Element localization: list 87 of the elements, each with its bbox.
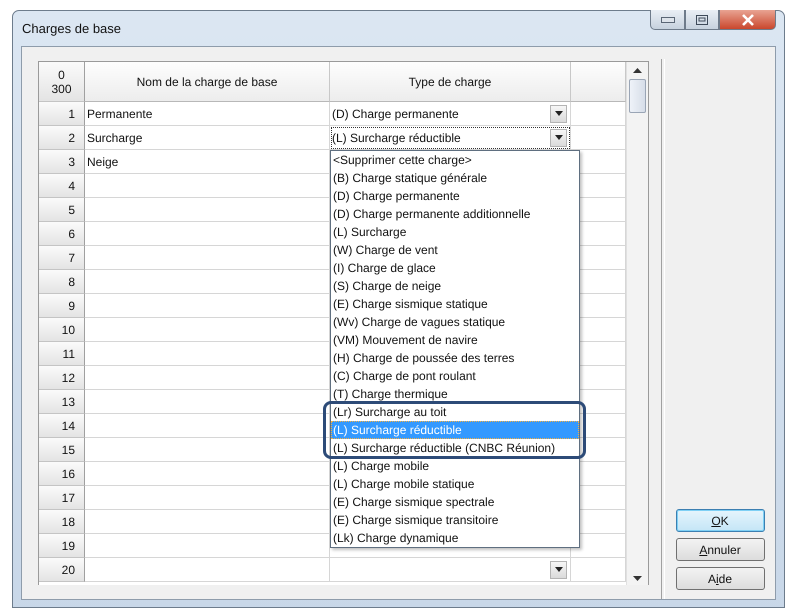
dropdown-option[interactable]: (VM) Mouvement de navire [331, 331, 579, 349]
caret-icon [554, 111, 562, 116]
dialog-button[interactable]: OK [676, 509, 764, 532]
row-number[interactable]: 14 [39, 414, 85, 438]
dropdown-option[interactable]: <Supprimer cette charge> [331, 151, 579, 169]
table-cell[interactable] [85, 366, 330, 390]
row-number[interactable]: 13 [39, 390, 85, 414]
table-cell[interactable] [85, 222, 330, 246]
column-header[interactable]: Type de charge [330, 62, 571, 102]
row-number[interactable]: 6 [39, 222, 85, 246]
scroll-thumb[interactable] [629, 79, 646, 113]
table-cell[interactable] [85, 174, 330, 198]
table-cell[interactable] [85, 390, 330, 414]
table-cell[interactable] [85, 246, 330, 270]
close-icon [740, 14, 754, 26]
dropdown-option[interactable]: (H) Charge de poussée des terres [331, 349, 579, 367]
dropdown-button[interactable] [550, 128, 567, 146]
table-cell[interactable] [85, 318, 330, 342]
dropdown-option[interactable]: (B) Charge statique générale [331, 169, 579, 187]
dropdown-option[interactable]: (E) Charge sismique transitoire [331, 511, 579, 529]
row-number[interactable]: 3 [39, 150, 85, 174]
row-number[interactable]: 5 [39, 198, 85, 222]
vertical-scrollbar[interactable] [626, 62, 648, 585]
scroll-down-icon[interactable] [633, 576, 642, 581]
dropdown-option[interactable]: (E) Charge sismique spectrale [331, 493, 579, 511]
dropdown-option[interactable]: (D) Charge permanente [331, 187, 579, 205]
row-number[interactable]: 20 [39, 558, 85, 582]
row-number[interactable]: 18 [39, 510, 85, 534]
dropdown-option[interactable]: (W) Charge de vent [331, 241, 579, 259]
dropdown-option[interactable]: (D) Charge permanente additionnelle [331, 205, 579, 223]
table-cell[interactable] [85, 510, 330, 534]
dropdown-button[interactable] [550, 104, 567, 122]
caret-icon [554, 135, 562, 140]
maximize-icon [696, 14, 708, 24]
table-cell[interactable] [85, 558, 330, 582]
row-number[interactable]: 19 [39, 534, 85, 558]
row-number[interactable]: 2 [39, 126, 85, 150]
minimize-icon [660, 16, 674, 22]
dropdown-button[interactable] [550, 560, 567, 578]
row-number[interactable]: 12 [39, 366, 85, 390]
table-cell[interactable] [85, 414, 330, 438]
dialog-button[interactable]: Annuler [676, 538, 764, 561]
table-cell[interactable] [85, 534, 330, 558]
dropdown-option[interactable]: (I) Charge de glace [331, 259, 579, 277]
dropdown-option[interactable]: (L) Surcharge réductible (CNBC Réunion) [331, 439, 579, 457]
row-number[interactable]: 15 [39, 438, 85, 462]
row-number[interactable]: 4 [39, 174, 85, 198]
dropdown-option[interactable]: (Lk) Charge dynamique [331, 529, 579, 547]
row-number[interactable]: 17 [39, 486, 85, 510]
dropdown-option[interactable]: (Wv) Charge de vagues statique [331, 313, 579, 331]
caret-icon [554, 567, 562, 572]
table-cell[interactable]: Permanente [85, 102, 330, 126]
dropdown-option[interactable]: (S) Charge de neige [331, 277, 579, 295]
row-number[interactable]: 11 [39, 342, 85, 366]
dropdown-option[interactable]: (L) Surcharge [331, 223, 579, 241]
table-cell[interactable] [85, 198, 330, 222]
table-cell[interactable]: Surcharge [85, 126, 330, 150]
table-cell[interactable] [85, 342, 330, 366]
row-number[interactable]: 9 [39, 294, 85, 318]
dropdown-option[interactable]: (E) Charge sismique statique [331, 295, 579, 313]
table-cell[interactable] [85, 270, 330, 294]
dropdown-option[interactable]: (L) Charge mobile [331, 457, 579, 475]
table-cell[interactable] [85, 438, 330, 462]
dialog-button[interactable]: Aide [676, 567, 764, 590]
row-number[interactable]: 7 [39, 246, 85, 270]
table-cell[interactable] [330, 558, 571, 582]
dropdown-option[interactable]: (T) Charge thermique [331, 385, 579, 403]
window-title: Charges de base [22, 21, 122, 36]
row-number[interactable]: 8 [39, 270, 85, 294]
table-cell[interactable] [85, 462, 330, 486]
table-cell[interactable] [85, 294, 330, 318]
minimize-button[interactable] [650, 10, 685, 30]
dropdown-option[interactable]: (Lr) Surcharge au toit [331, 403, 579, 421]
table-cell[interactable] [85, 486, 330, 510]
row-count-header: 0 300 [39, 62, 85, 102]
dropdown-option[interactable]: (L) Charge mobile statique [331, 475, 579, 493]
close-button[interactable] [719, 10, 776, 30]
row-number[interactable]: 16 [39, 462, 85, 486]
table-cell[interactable]: (D) Charge permanente [330, 102, 571, 126]
column-header[interactable]: Nom de la charge de base [85, 62, 330, 102]
dropdown-option[interactable]: (C) Charge de pont roulant [331, 367, 579, 385]
scroll-up-icon[interactable] [633, 68, 642, 73]
row-number[interactable]: 10 [39, 318, 85, 342]
maximize-button[interactable] [685, 10, 719, 30]
table-cell[interactable]: (L) Surcharge réductible [330, 126, 571, 150]
row-number[interactable]: 1 [39, 102, 85, 126]
table-cell[interactable]: Neige [85, 150, 330, 174]
